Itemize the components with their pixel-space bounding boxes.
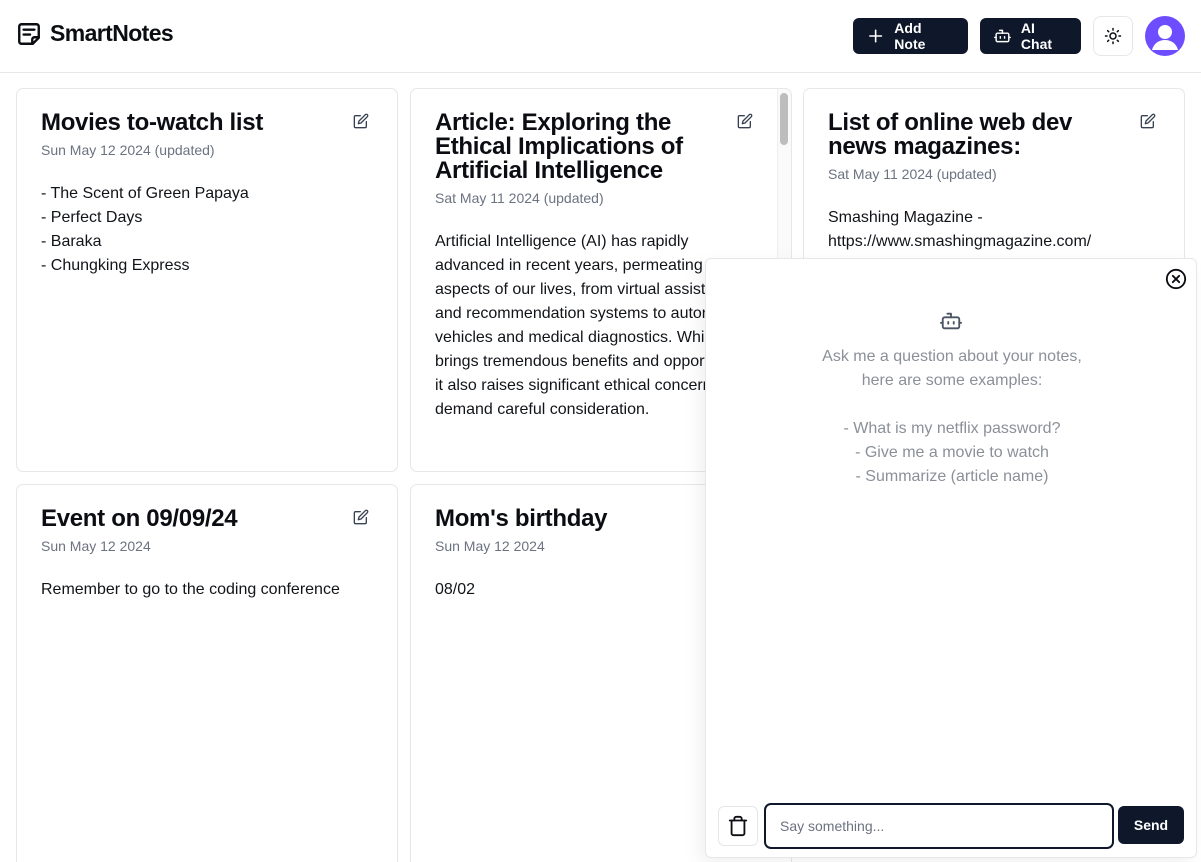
ai-chat-button[interactable]: AI Chat [980,18,1081,54]
chat-example: - What is my netflix password? [843,420,1061,437]
chat-intro-text: Ask me a question about your notes, here… [822,348,1082,389]
chat-examples: - What is my netflix password? - Give me… [706,417,1198,489]
chat-example: - Give me a movie to watch [855,444,1049,461]
chat-input[interactable] [764,803,1114,849]
add-note-button[interactable]: Add Note [853,18,968,54]
edit-icon[interactable] [737,113,753,129]
edit-icon[interactable] [1140,113,1156,129]
note-date: Sat May 11 2024 (updated) [828,166,997,182]
note-card[interactable]: Movies to-watch list Sun May 12 2024 (up… [16,88,398,472]
note-title: List of online web dev news magazines: [828,109,1073,160]
send-button[interactable]: Send [1118,806,1184,844]
note-body: - The Scent of Green Papaya - Perfect Da… [41,185,249,274]
note-title: Movies to-watch list [41,109,264,136]
clear-chat-button[interactable] [718,806,758,846]
sticky-note-icon [18,22,40,45]
user-avatar-icon [1152,25,1178,50]
note-date: Sun May 12 2024 [41,538,151,554]
app-header: SmartNotes Add Note AI Chat [0,0,1201,73]
note-date: Sun May 12 2024 (updated) [41,142,215,158]
bot-icon [994,29,1011,43]
app-name: SmartNotes [50,20,174,46]
note-date: Sat May 11 2024 (updated) [435,190,604,206]
note-title: Article: Exploring the Ethical Implicati… [435,109,683,184]
note-title: Event on 09/09/24 [41,505,238,532]
note-card[interactable]: Event on 09/09/24 Sun May 12 2024 Rememb… [16,484,398,862]
sun-icon [1104,27,1122,45]
note-body: Smashing Magazine - https://www.smashing… [828,209,1092,250]
brand[interactable]: SmartNotes [16,20,174,47]
ai-chat-panel: Ask me a question about your notes, here… [705,258,1197,858]
ai-chat-label: AI Chat [1020,20,1053,52]
add-note-label: Add Note [894,20,926,52]
chat-example: - Summarize (article name) [855,468,1049,485]
note-body: Remember to go to the coding conference [41,581,340,598]
note-scrollbar-thumb[interactable] [780,93,788,145]
bot-icon [940,312,962,330]
trash-icon [728,815,748,837]
close-circle-icon[interactable] [1165,268,1187,290]
edit-icon[interactable] [353,113,369,129]
edit-icon[interactable] [353,509,369,525]
plus-icon [869,29,883,43]
user-avatar[interactable] [1145,16,1185,56]
theme-toggle-button[interactable] [1093,16,1133,56]
